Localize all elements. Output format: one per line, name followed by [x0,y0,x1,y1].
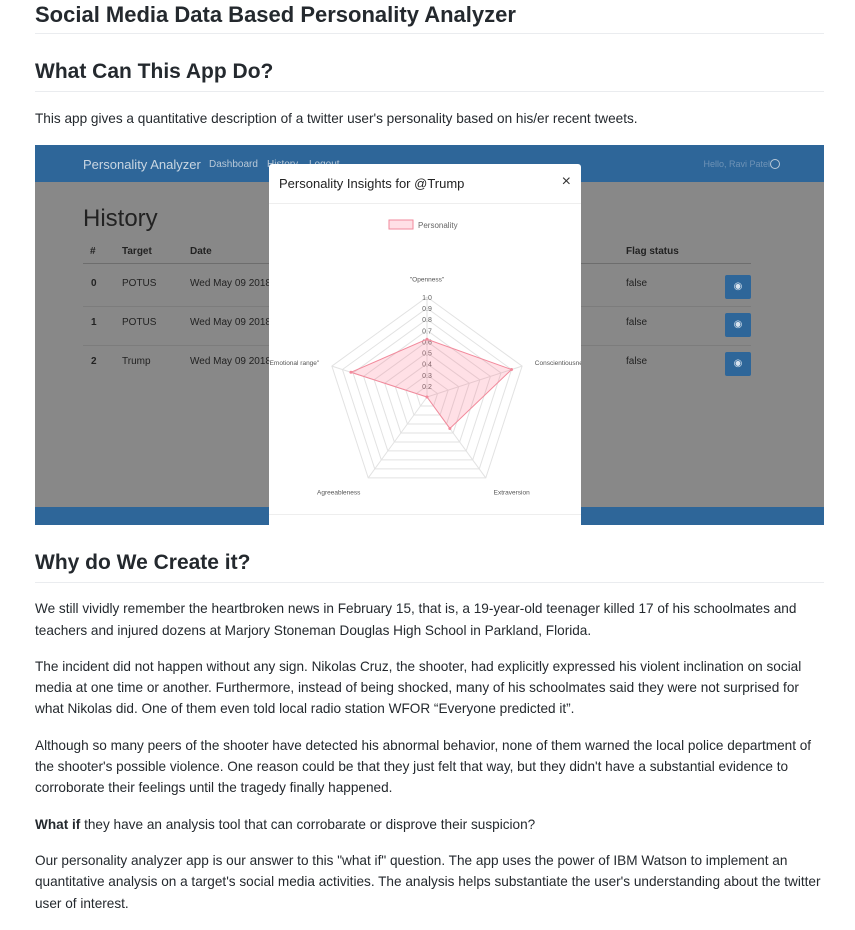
radar-tick-label: 0.9 [422,306,432,313]
row-2-flag: false [626,356,648,368]
paragraph-4-text: they have an analysis tool that can corr… [80,816,536,832]
paragraph-1: We still vividly remember the heartbroke… [35,601,797,638]
app-brand: Personality Analyzer [83,157,201,173]
row-1-date: Wed May 09 2018 [190,317,271,329]
radar-tick-label: 1.0 [422,295,432,302]
row-1-index: 1 [91,317,97,329]
col-header-date: Date [190,246,212,258]
row-1-flag: false [626,317,648,329]
row-2-date: Wed May 09 2018 [190,356,271,368]
paragraph-4: What if they have an analysis tool that … [35,814,824,835]
col-header-index: # [90,246,96,258]
radar-axis-label: Extraversion [494,490,531,497]
close-icon[interactable]: × [562,173,571,191]
section-heading-what: What Can This App Do? [35,60,824,92]
row-0-index: 0 [91,278,97,290]
paragraph-5: Our personality analyzer app is our answ… [35,852,821,911]
radar-axis-label: "Emotional range" [269,360,320,367]
col-header-target: Target [122,246,152,258]
modal-title: Personality Insights for @Trump [279,176,465,192]
modal-footer-divider [269,514,581,516]
paragraph-2: The incident did not happen without any … [35,658,802,717]
radar-axis-label: "Openness" [410,277,445,284]
legend-swatch [388,219,414,230]
radar-point [510,368,514,372]
section-heading-why: Why do We Create it? [35,551,824,584]
row-2-target: Trump [122,356,151,368]
app-screenshot: Personality Analyzer Dashboard History L… [35,145,824,526]
personality-modal: Personality Insights for @Trump × Person… [269,164,581,526]
row-2-view-button[interactable]: ◉ [725,352,751,377]
radar-point [425,395,429,399]
intro-paragraph: This app gives a quantitative descriptio… [35,111,638,126]
radar-tick-label: 0.8 [422,318,432,325]
radar-point [448,427,452,431]
row-0-date: Wed May 09 2018 [190,278,271,290]
radar-spoke [367,397,428,479]
radar-tick-label: 0.7 [422,329,432,336]
eye-icon: ◉ [733,358,743,370]
legend-label: Personality [418,221,458,230]
paragraph-4-bold: What if [35,816,81,832]
radar-axis-label: Conscientiousness [535,360,581,367]
row-0-target: POTUS [122,278,157,290]
personality-radar-chart: Personality 0.20.30.40.50.60.70.80.91.0 … [269,219,581,497]
user-greeting: Hello, Ravi Patel [703,159,770,170]
page-title: Social Media Data Based Personality Anal… [35,0,824,34]
row-0-view-button[interactable]: ◉ [725,275,751,300]
user-icon [770,159,780,170]
radar-axis-label: Agreeableness [317,490,361,497]
radar-point [349,371,353,375]
col-header-flag: Flag status [626,246,679,258]
eye-icon: ◉ [733,281,743,293]
readme-page: Social Media Data Based Personality Anal… [35,0,824,914]
row-1-target: POTUS [122,317,157,329]
paragraph-3: Although so many peers of the shooter ha… [35,737,812,796]
modal-header: Personality Insights for @Trump × [269,164,581,205]
row-1-view-button[interactable]: ◉ [725,313,751,338]
radar-series [349,338,514,431]
row-0-flag: false [626,278,648,290]
history-title: History [83,205,158,233]
radar-point [425,338,429,342]
eye-icon: ◉ [733,319,743,331]
nav-link-dashboard: Dashboard [209,159,258,171]
row-2-index: 2 [91,356,97,368]
